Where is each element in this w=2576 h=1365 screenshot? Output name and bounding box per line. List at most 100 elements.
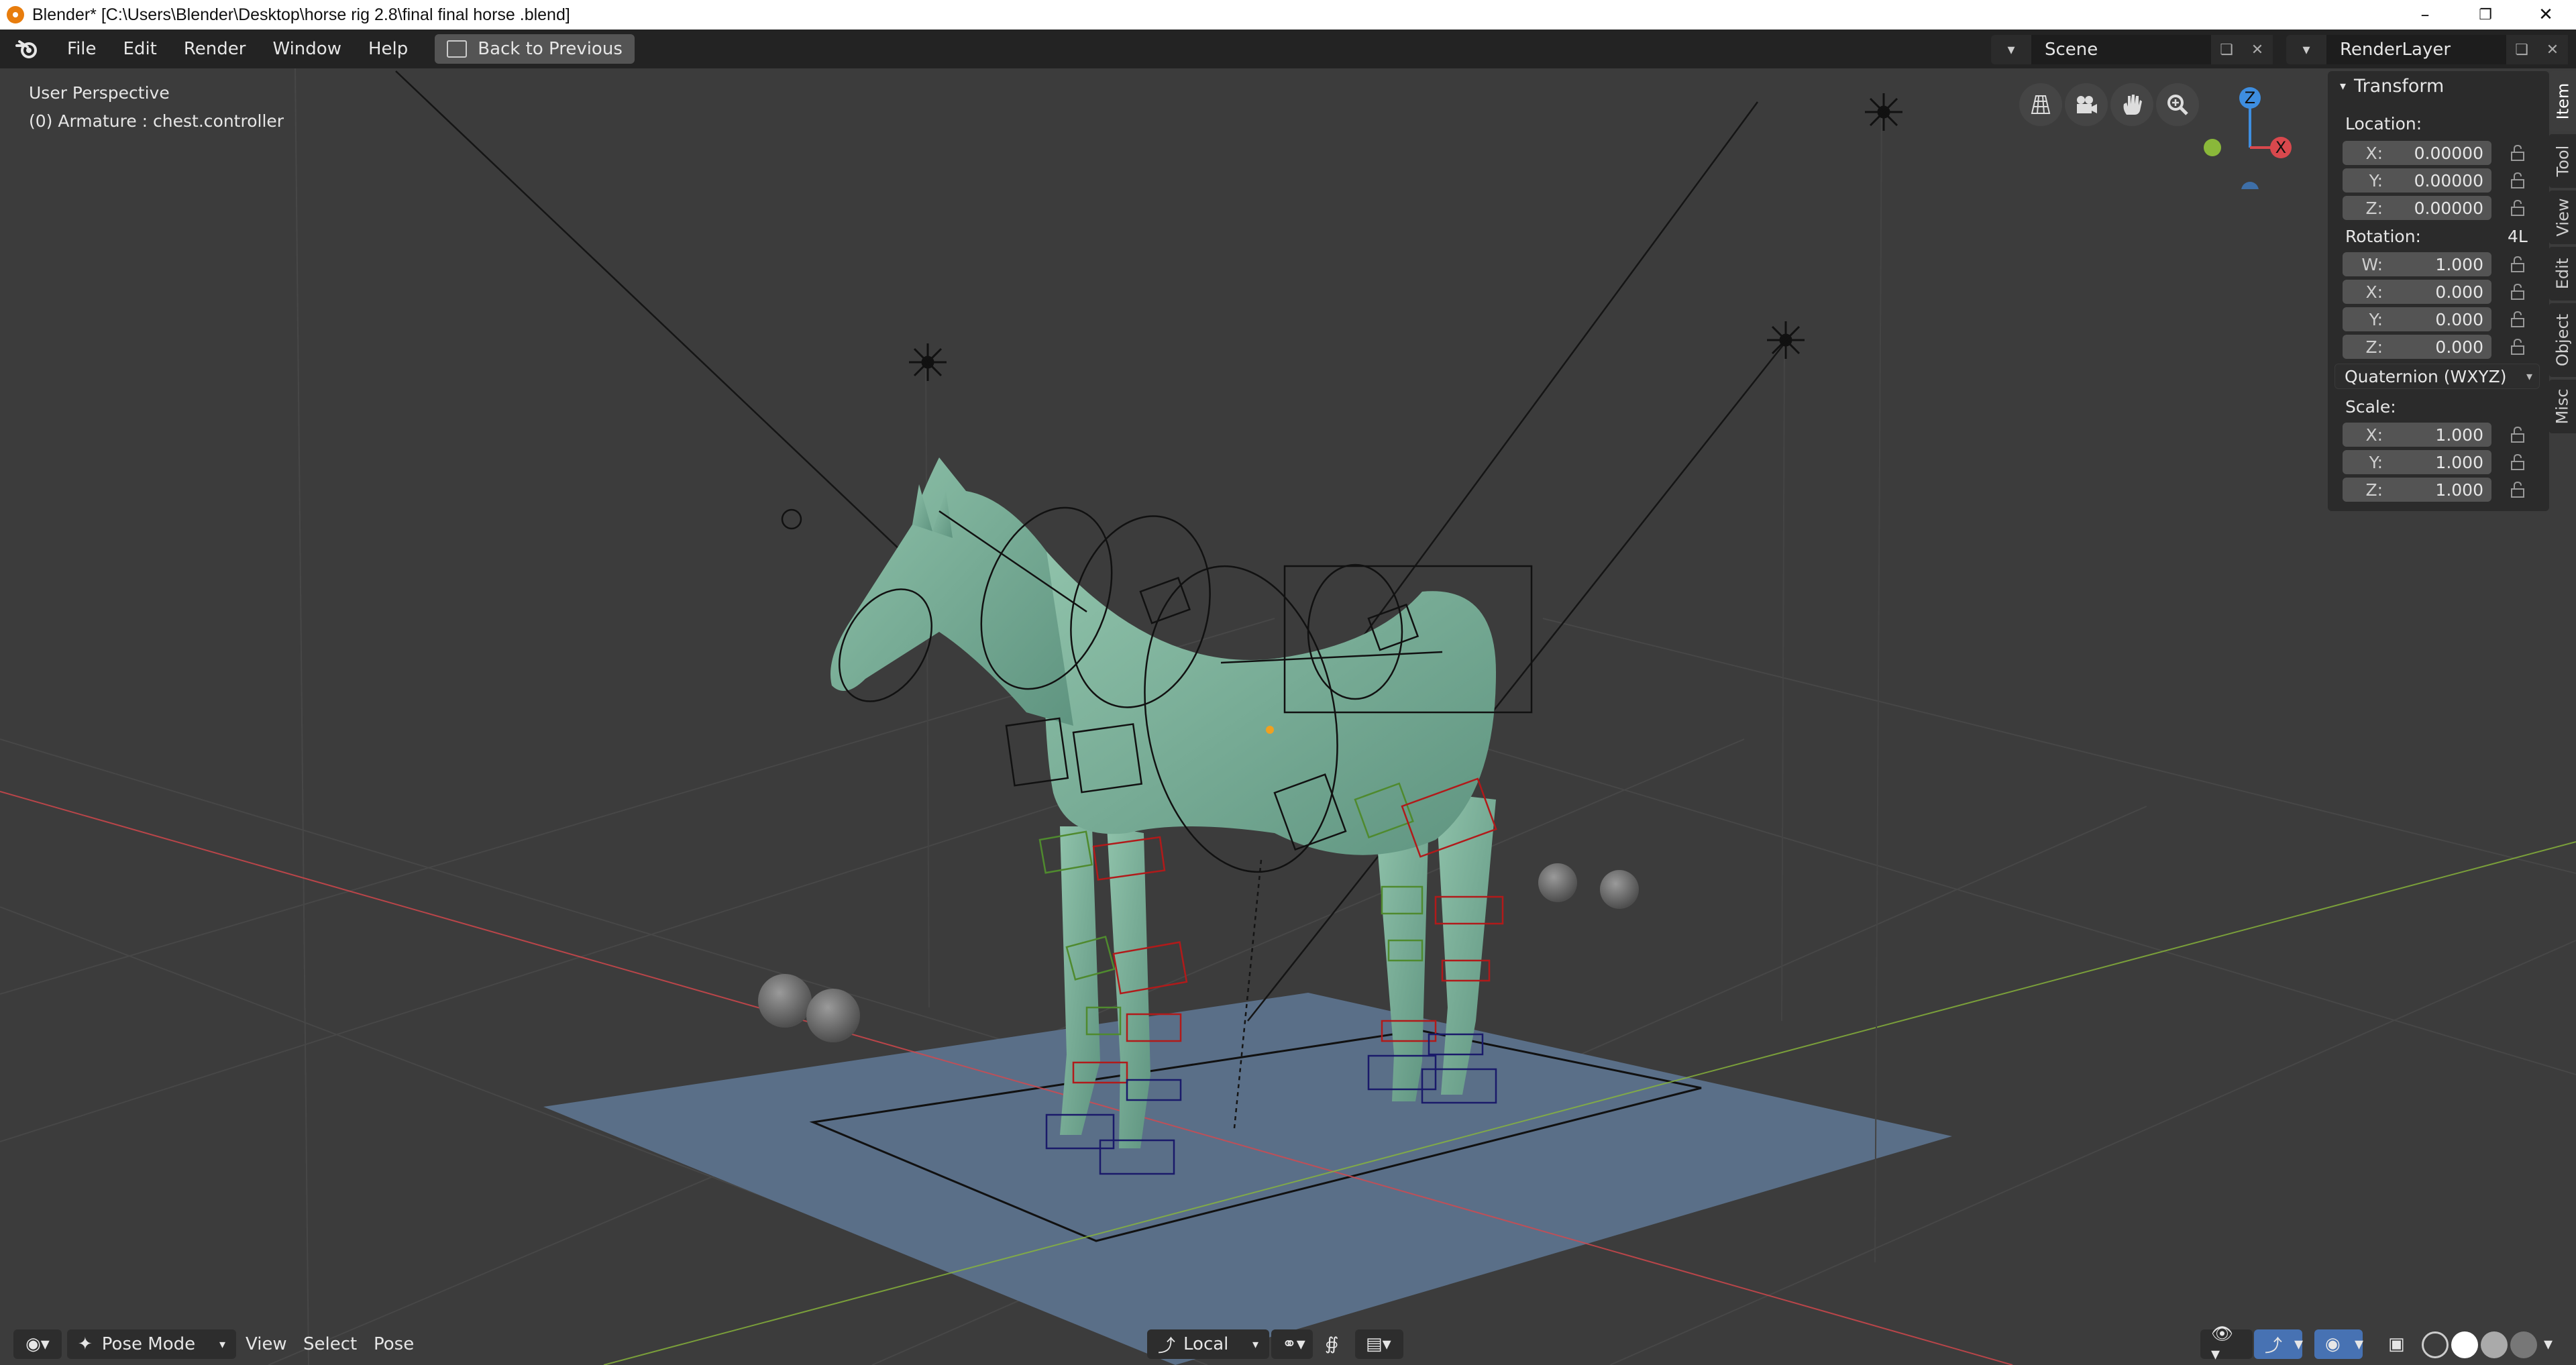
tab-edit[interactable]: Edit [2549, 247, 2576, 301]
field-value: 1.000 [2435, 480, 2483, 500]
rotation-x-field[interactable]: X: 0.000 [2343, 280, 2491, 304]
gizmo-neg-z-axis[interactable] [2241, 182, 2259, 189]
transform-orientation-select[interactable]: ⤴ Local ▾ [1147, 1329, 1269, 1359]
location-y-field[interactable]: Y: 0.00000 [2343, 168, 2491, 193]
menu-select[interactable]: Select [303, 1329, 357, 1359]
back-to-previous-button[interactable]: Back to Previous [435, 34, 635, 64]
view-layer-name-field[interactable]: RenderLayer [2326, 35, 2506, 64]
tab-label: Tool [2553, 145, 2572, 177]
axis-label: Z: [2365, 198, 2383, 218]
lock-icon[interactable] [2509, 256, 2526, 273]
axis-label: X: [2365, 143, 2383, 163]
tab-label: Object [2553, 313, 2573, 367]
transform-panel-header[interactable]: ▾ Transform [2328, 71, 2549, 101]
lock-icon[interactable] [2509, 283, 2526, 301]
3d-viewport[interactable]: User Perspective (0) Armature : chest.co… [0, 68, 2576, 1365]
lock-icon[interactable] [2509, 172, 2526, 189]
menu-pose[interactable]: Pose [374, 1329, 414, 1359]
location-z-field[interactable]: Z: 0.00000 [2343, 196, 2491, 220]
lock-icon[interactable] [2509, 426, 2526, 443]
view-layer-new-icon[interactable]: ❏ [2506, 35, 2537, 64]
view-layer-browse-icon[interactable]: ▾ [2286, 35, 2326, 64]
back-to-previous-label: Back to Previous [478, 39, 623, 59]
rotation-label: Rotation: [2345, 227, 2421, 246]
proportional-edit-icon[interactable]: ▤▾ [1355, 1329, 1403, 1359]
lock-icon[interactable] [2509, 453, 2526, 471]
axis-label: W: [2361, 254, 2383, 274]
tab-label: Misc [2553, 388, 2573, 425]
rotation-mode-select[interactable]: Quaternion (WXYZ) ▾ [2334, 364, 2540, 389]
rotation-lock-4l-label[interactable]: 4L [2508, 227, 2528, 246]
scene-delete-icon[interactable]: ✕ [2242, 35, 2273, 64]
location-x-field[interactable]: X: 0.00000 [2343, 141, 2491, 165]
chevron-down-icon[interactable]: ▾ [2294, 1329, 2303, 1359]
chevron-down-icon[interactable]: ▾ [2544, 1329, 2553, 1359]
solid-shading-icon[interactable] [2451, 1331, 2478, 1358]
maximize-button[interactable]: ❐ [2455, 0, 2516, 30]
view-layer-delete-icon[interactable]: ✕ [2537, 35, 2568, 64]
menu-edit[interactable]: Edit [110, 39, 170, 59]
minimize-button[interactable]: – [2395, 0, 2455, 30]
field-value: 0.00000 [2414, 143, 2483, 163]
chevron-down-icon[interactable]: ▾ [2355, 1329, 2363, 1359]
toggle-perspective-icon[interactable] [2019, 83, 2062, 126]
visibility-icon[interactable]: 👁▾ [2200, 1324, 2253, 1364]
rendered-shading-icon[interactable] [2510, 1331, 2537, 1358]
rotation-w-field[interactable]: W: 1.000 [2343, 252, 2491, 276]
lock-icon[interactable] [2509, 144, 2526, 162]
location-label: Location: [2345, 114, 2422, 133]
axis-label: Y: [2369, 452, 2383, 472]
lock-icon[interactable] [2509, 338, 2526, 356]
sphere-3 [1538, 863, 1577, 902]
mode-select[interactable]: ✦ Pose Mode ▾ [67, 1329, 236, 1359]
scale-x-field[interactable]: X: 1.000 [2343, 423, 2491, 447]
material-shading-icon[interactable] [2481, 1331, 2508, 1358]
field-value: 0.000 [2435, 282, 2483, 302]
scale-label: Scale: [2345, 397, 2396, 417]
field-value: 0.000 [2435, 337, 2483, 357]
lock-icon[interactable] [2509, 311, 2526, 328]
tab-misc[interactable]: Misc [2549, 380, 2576, 433]
scale-z-field[interactable]: Z: 1.000 [2343, 478, 2491, 502]
rotation-y-field[interactable]: Y: 0.000 [2343, 307, 2491, 331]
gizmo-z-label: Z [2245, 89, 2255, 107]
pivot-point-icon[interactable]: ⚭▾ [1271, 1329, 1313, 1359]
menu-file[interactable]: File [54, 39, 110, 59]
blender-logo-icon[interactable] [13, 36, 40, 62]
camera-view-icon[interactable] [2065, 83, 2108, 126]
active-object-label: (0) Armature : chest.controller [29, 111, 284, 131]
gizmo-y-axis[interactable] [2204, 139, 2221, 156]
tab-tool[interactable]: Tool [2549, 134, 2576, 188]
pan-view-icon[interactable] [2110, 83, 2153, 126]
tab-view[interactable]: View [2549, 190, 2576, 244]
editor-type-icon[interactable]: ◉▾ [13, 1329, 62, 1359]
menu-help[interactable]: Help [355, 39, 421, 59]
scene-new-icon[interactable]: ❏ [2211, 35, 2242, 64]
scale-y-field[interactable]: Y: 1.000 [2343, 450, 2491, 474]
tab-object[interactable]: Object [2549, 303, 2576, 377]
field-value: 0.000 [2435, 309, 2483, 329]
axis-label: X: [2365, 425, 2383, 445]
sphere-2 [806, 989, 860, 1042]
lock-icon[interactable] [2509, 481, 2526, 498]
menu-render[interactable]: Render [170, 39, 260, 59]
wireframe-shading-icon[interactable] [2422, 1331, 2449, 1358]
zoom-view-icon[interactable] [2156, 83, 2199, 126]
scene-selector: ▾ Scene ❏ ✕ [1991, 35, 2273, 64]
close-button[interactable]: ✕ [2516, 0, 2576, 30]
sphere-4 [1600, 870, 1639, 909]
xray-toggle-icon[interactable]: ▣ [2388, 1329, 2405, 1359]
blender-app-icon [7, 6, 24, 23]
scene-browse-icon[interactable]: ▾ [1991, 35, 2031, 64]
tab-item[interactable]: Item [2549, 71, 2576, 131]
axis-label: Y: [2369, 309, 2383, 329]
viewport-scene [0, 68, 2576, 1365]
rotation-z-field[interactable]: Z: 0.000 [2343, 335, 2491, 359]
scene-name-field[interactable]: Scene [2031, 35, 2211, 64]
field-value: 1.000 [2435, 425, 2483, 445]
navigation-gizmo[interactable]: Z X [2194, 82, 2301, 189]
menu-window[interactable]: Window [259, 39, 355, 59]
lock-icon[interactable] [2509, 199, 2526, 217]
menu-view[interactable]: View [246, 1329, 287, 1359]
snap-icon[interactable]: ∯ [1325, 1329, 1339, 1359]
